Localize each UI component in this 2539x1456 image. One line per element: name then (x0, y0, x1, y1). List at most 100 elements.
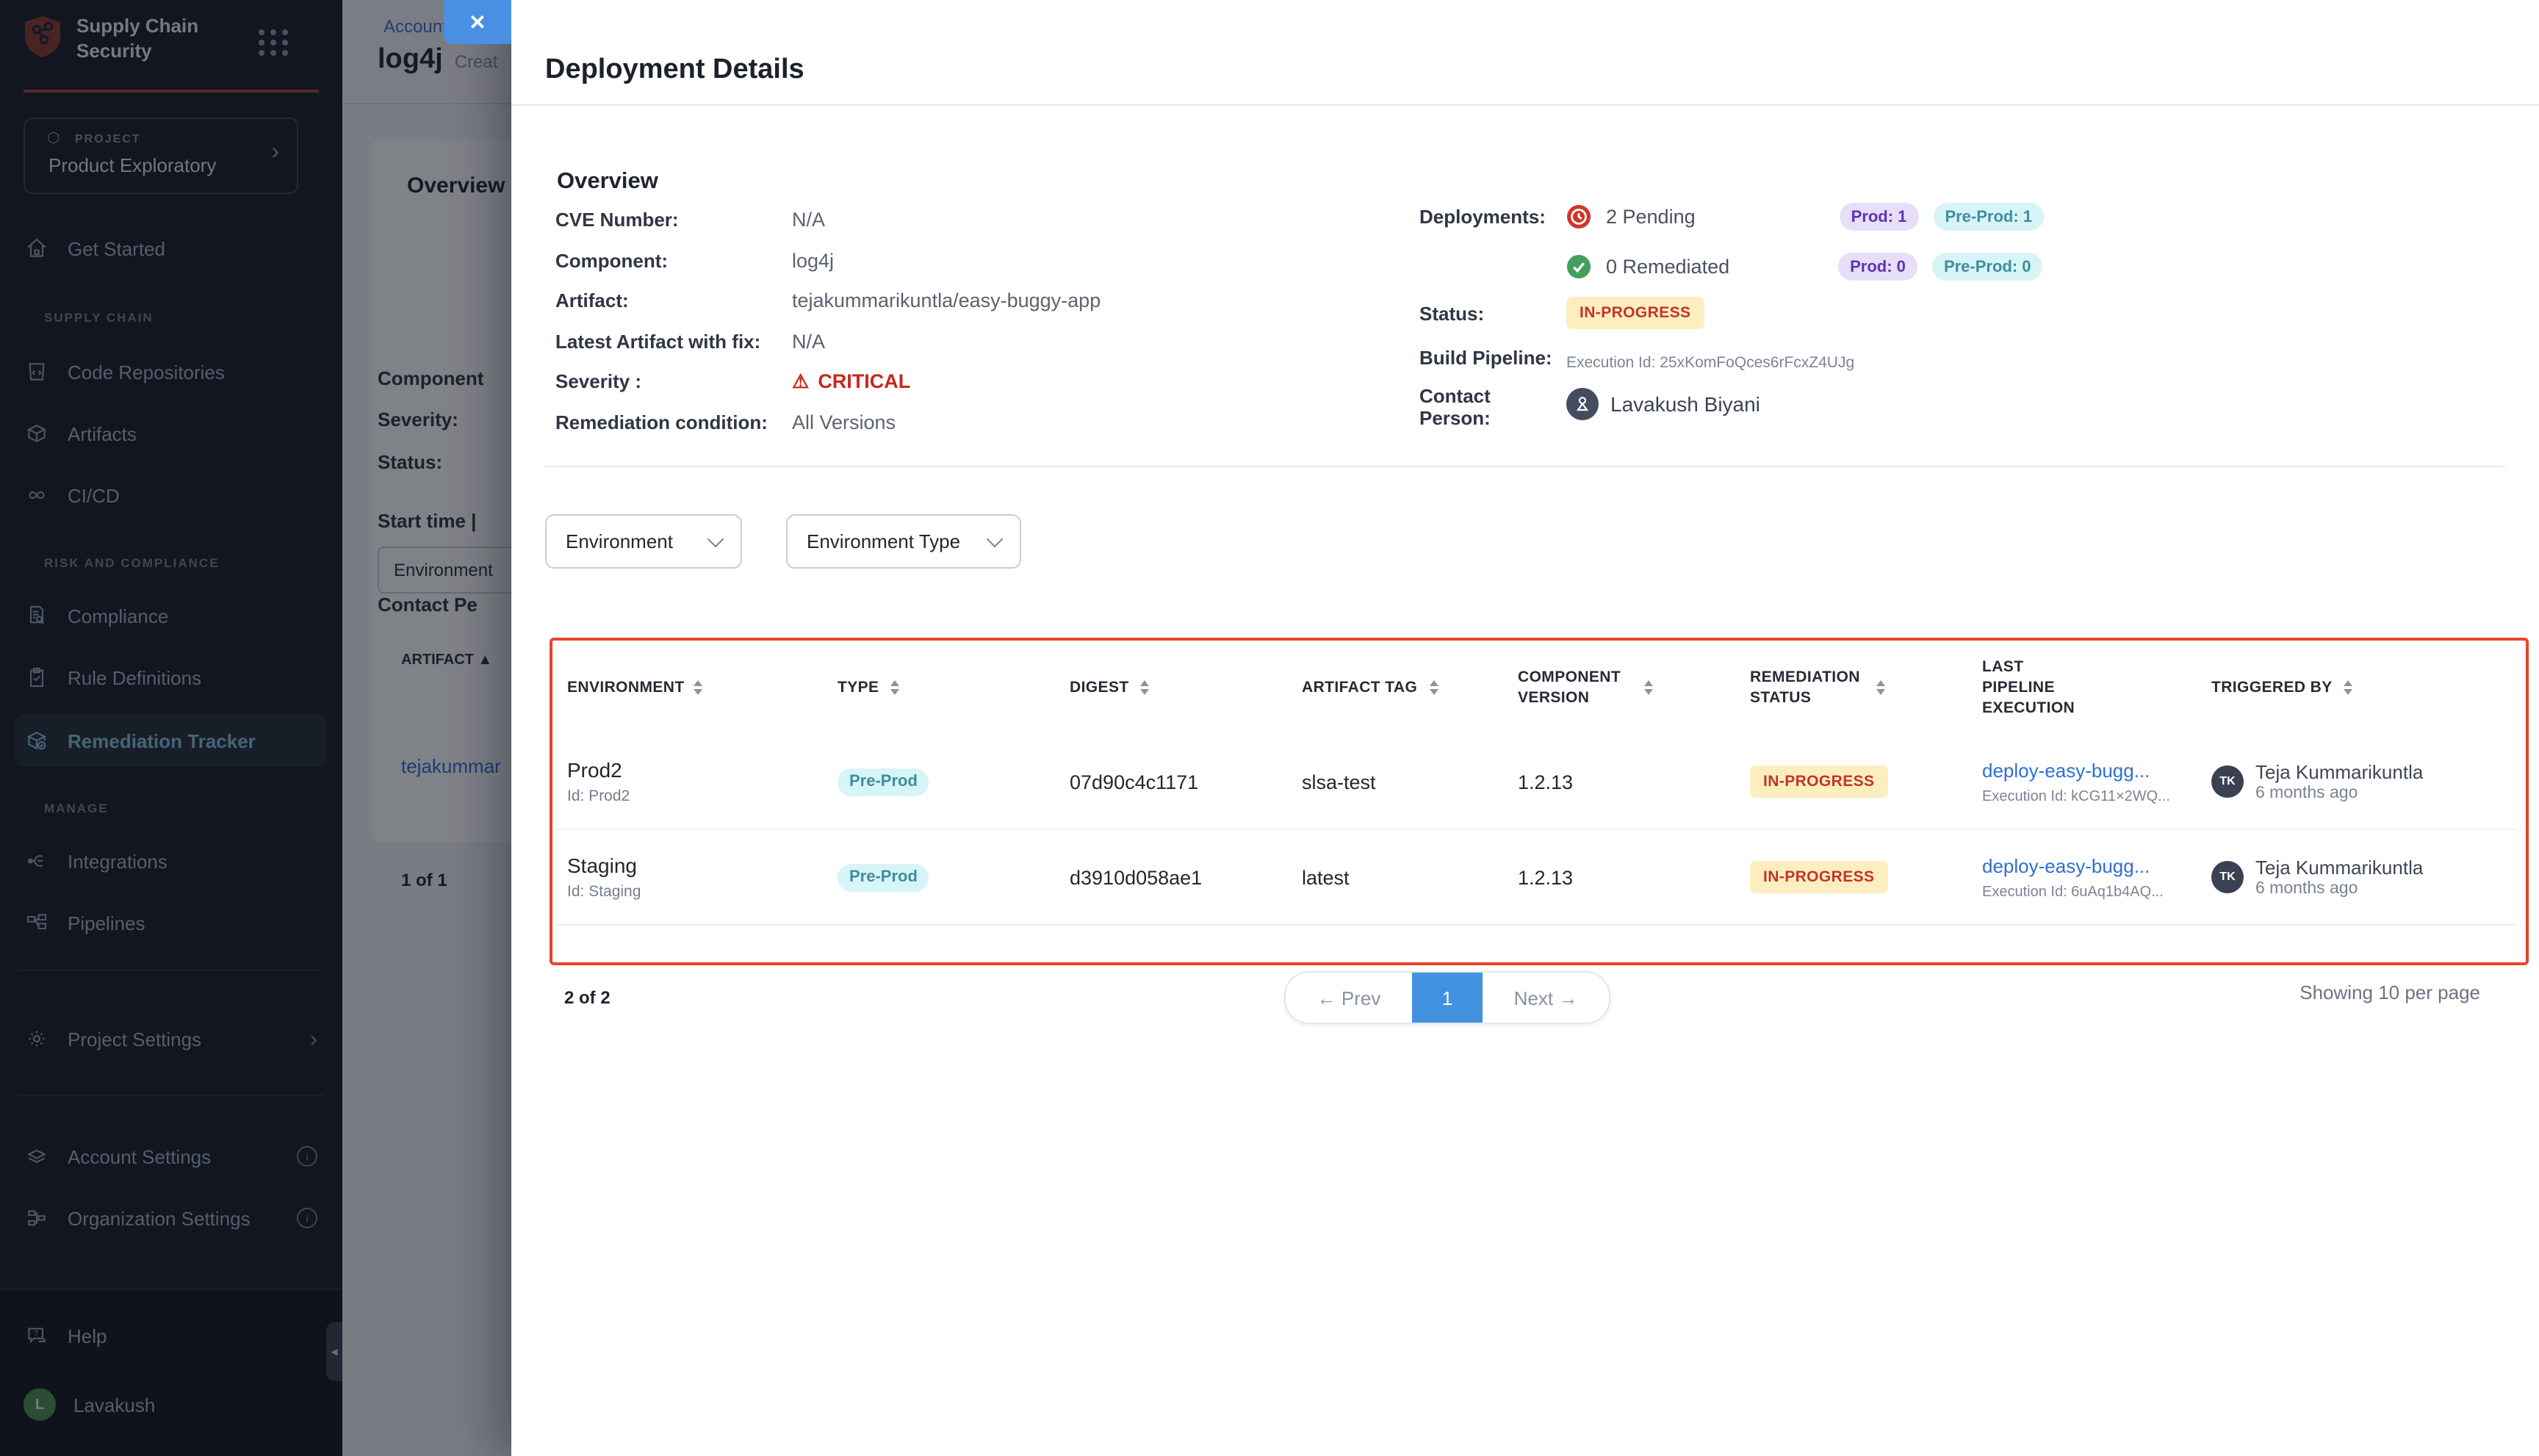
prod-pending-badge: Prod: 1 (1840, 203, 1919, 231)
build-pipeline-execution-id[interactable]: Execution Id: 25xKomFoQces6rFcxZ4UJg (1566, 354, 1854, 372)
preprod-pending-badge: Pre-Prod: 1 (1933, 203, 2044, 231)
pipeline-link[interactable]: deploy-easy-bugg... (1982, 759, 2150, 781)
modal-title: Deployment Details (545, 54, 804, 86)
sort-icon (694, 680, 702, 695)
cve-number-value: N/A (792, 209, 825, 231)
field-row: CVE Number: N/A (555, 200, 1101, 240)
column-digest[interactable]: DIGEST (1055, 677, 1287, 698)
prod-remediated-badge: Prod: 0 (1838, 253, 1917, 281)
remediation-status-badge: IN-PROGRESS (1750, 765, 1887, 798)
column-last-pipeline-execution[interactable]: LAST PIPELINE EXECUTION (1967, 656, 2197, 718)
pending-row: 2 Pending Prod: 1 Pre-Prod: 1 (1566, 203, 2044, 231)
next-button[interactable]: Next → (1483, 973, 1609, 1023)
deployments-label: Deployments: (1419, 206, 1546, 228)
preprod-remediated-badge: Pre-Prod: 0 (1932, 253, 2043, 281)
column-artifact-tag[interactable]: ARTIFACT TAG (1287, 677, 1503, 698)
environment-name: Prod2 (567, 758, 622, 782)
environment-name: Staging (567, 854, 637, 877)
component-version-value: 1.2.13 (1503, 771, 1735, 793)
digest-value: d3910d058ae1 (1055, 866, 1287, 888)
build-pipeline-label: Build Pipeline: (1419, 347, 1552, 369)
triggered-time: 6 months ago (2255, 785, 2423, 803)
status-badge: IN-PROGRESS (1566, 297, 1704, 329)
table-header-row: ENVIRONMENT TYPE DIGEST ARTIFACT TAG COM… (552, 641, 2520, 735)
row-divider (555, 924, 2517, 926)
sort-icon (1429, 680, 1438, 695)
sort-icon (1876, 680, 1885, 695)
environment-type-filter-dropdown[interactable]: Environment Type (786, 514, 1021, 569)
deployments-table: ENVIRONMENT TYPE DIGEST ARTIFACT TAG COM… (552, 641, 2520, 951)
field-row: Component: log4j (555, 240, 1101, 281)
artifact-label: Artifact: (555, 290, 792, 312)
latest-artifact-value: N/A (792, 331, 825, 353)
modal-backdrop[interactable] (0, 0, 511, 1456)
component-version-value: 1.2.13 (1503, 866, 1735, 888)
divider (511, 104, 2539, 106)
prev-button[interactable]: ← Prev (1286, 973, 1412, 1023)
remediation-status-badge: IN-PROGRESS (1750, 861, 1887, 893)
sort-icon (1141, 680, 1150, 695)
pagination: ← Prev 1 Next → (1284, 971, 1610, 1024)
remediated-icon (1566, 254, 1591, 279)
column-environment[interactable]: ENVIRONMENT (552, 677, 823, 698)
severity-label: Severity : (555, 371, 792, 393)
contact-avatar (1566, 388, 1599, 420)
environment-filter-dropdown[interactable]: Environment (545, 514, 742, 569)
sort-icon (1644, 680, 1653, 695)
contact-person-name: Lavakush Biyani (1610, 392, 1760, 416)
contact-person-label: Contact Person: (1419, 385, 1537, 429)
close-button[interactable]: ✕ (444, 0, 511, 44)
remediation-condition-value: All Versions (792, 411, 896, 433)
table-row[interactable]: Prod2 Id: Prod2 Pre-Prod 07d90c4c1171 sl… (552, 735, 2520, 829)
warning-icon: ⚠ (792, 370, 809, 394)
remediated-row: 0 Remediated Prod: 0 Pre-Prod: 0 (1566, 253, 2043, 281)
remediated-count: 0 Remediated (1606, 256, 1729, 278)
page-1-button[interactable]: 1 (1412, 973, 1483, 1023)
overview-fields: CVE Number: N/A Component: log4j Artifac… (555, 200, 1101, 442)
avatar: TK (2211, 861, 2244, 893)
field-row: Latest Artifact with fix: N/A (555, 321, 1101, 361)
table-row[interactable]: Staging Id: Staging Pre-Prod d3910d058ae… (552, 830, 2520, 924)
pipeline-link[interactable]: deploy-easy-bugg... (1982, 854, 2150, 876)
pipeline-execution-id: Execution Id: kCG11×2WQ... (1982, 788, 2170, 804)
field-row: Severity : ⚠CRITICAL (555, 361, 1101, 402)
divider (545, 466, 2505, 467)
artifact-tag-value: latest (1287, 866, 1503, 888)
field-row: Artifact: tejakummarikuntla/easy-buggy-a… (555, 281, 1101, 321)
component-value: log4j (792, 250, 834, 272)
screen: Supply Chain Security ⬡ PROJECT Product … (0, 0, 2539, 1456)
digest-value: 07d90c4c1171 (1055, 771, 1287, 793)
status-label: Status: (1419, 303, 1484, 325)
sort-icon (890, 680, 899, 695)
triggered-by-name: Teja Kummarikuntla (2255, 760, 2423, 785)
severity-value: ⚠CRITICAL (792, 370, 910, 394)
chevron-down-icon (707, 530, 724, 547)
latest-artifact-label: Latest Artifact with fix: (555, 331, 792, 353)
pending-count: 2 Pending (1606, 206, 1696, 228)
pipeline-execution-id: Execution Id: 6uAq1b4AQ... (1982, 884, 2164, 900)
sort-icon (2344, 680, 2353, 695)
cve-number-label: CVE Number: (555, 209, 792, 231)
environment-id: Id: Prod2 (567, 788, 630, 805)
result-count: 2 of 2 (564, 987, 611, 1008)
artifact-value: tejakummarikuntla/easy-buggy-app (792, 290, 1101, 312)
column-triggered-by[interactable]: TRIGGERED BY (2197, 677, 2520, 698)
column-component-version[interactable]: COMPONENT VERSION (1503, 667, 1735, 709)
type-badge: Pre-Prod (838, 863, 929, 891)
field-row: Remediation condition: All Versions (555, 402, 1101, 442)
column-type[interactable]: TYPE (823, 677, 1055, 698)
page-size-label: Showing 10 per page (2299, 981, 2480, 1003)
triggered-by-name: Teja Kummarikuntla (2255, 856, 2423, 881)
overview-heading: Overview (557, 169, 658, 195)
chevron-down-icon (987, 530, 1004, 547)
triggered-time: 6 months ago (2255, 881, 2423, 898)
avatar: TK (2211, 765, 2244, 798)
pending-icon (1566, 204, 1591, 229)
artifact-tag-value: slsa-test (1287, 771, 1503, 793)
deployment-details-modal: Deployment Details Overview CVE Number: … (511, 0, 2539, 1456)
component-label: Component: (555, 250, 792, 272)
environment-id: Id: Staging (567, 883, 641, 901)
column-remediation-status[interactable]: REMEDIATION STATUS (1735, 667, 1967, 709)
type-badge: Pre-Prod (838, 768, 929, 796)
remediation-condition-label: Remediation condition: (555, 411, 792, 433)
